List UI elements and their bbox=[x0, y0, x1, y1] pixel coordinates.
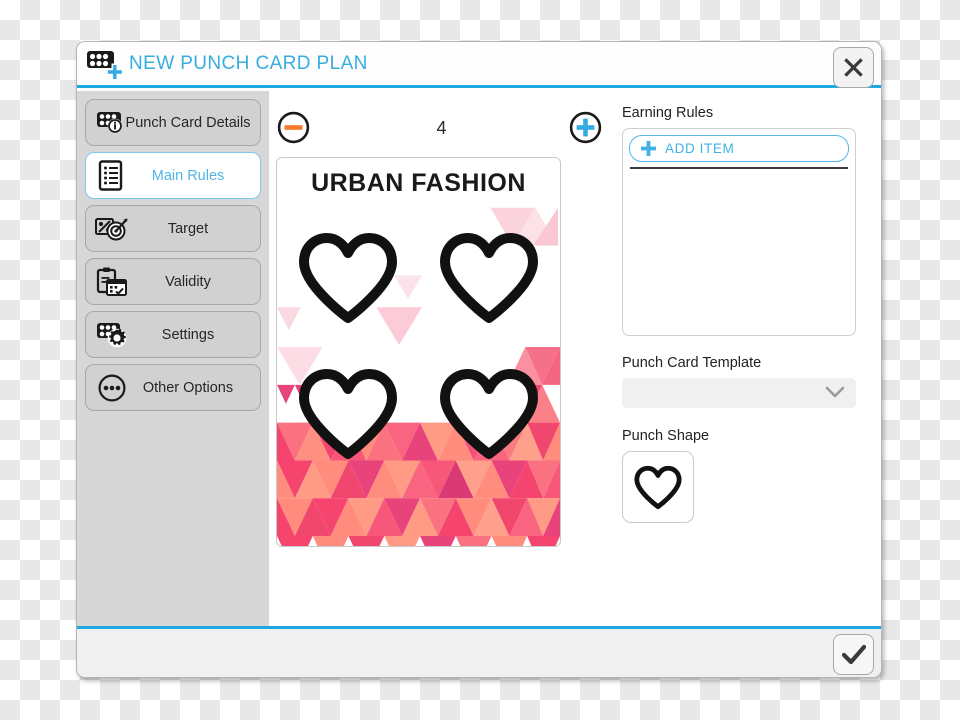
rules-separator bbox=[630, 167, 848, 169]
punch-card-preview[interactable]: URBAN FASHION bbox=[276, 157, 561, 547]
rules-settings-column: Earning Rules ADD ITEM Punch Card Templa… bbox=[614, 91, 881, 626]
new-punch-card-plan-dialog: NEW PUNCH CARD PLAN Punch Card Details M… bbox=[76, 41, 882, 678]
punch-count-stepper: 4 bbox=[269, 111, 614, 151]
percent-target-icon bbox=[95, 213, 129, 245]
chevron-down-icon bbox=[825, 386, 845, 404]
punch-card-brand-title: URBAN FASHION bbox=[311, 169, 526, 197]
clipboard-calendar-icon bbox=[95, 266, 129, 298]
dialog-footer bbox=[77, 626, 881, 677]
ellipsis-circle-icon bbox=[95, 372, 129, 404]
punch-count-value: 4 bbox=[436, 118, 447, 138]
dialog-body: Punch Card Details Main Rules Target Val… bbox=[77, 91, 881, 626]
punch-card-info-icon bbox=[95, 107, 129, 139]
close-icon bbox=[844, 58, 863, 77]
earning-rules-label: Earning Rules bbox=[622, 105, 714, 121]
plus-circle-icon bbox=[569, 111, 602, 144]
punch-shape-label: Punch Shape bbox=[622, 428, 710, 444]
punch-shape-section: Punch Shape bbox=[622, 428, 861, 523]
punch-card-gear-icon bbox=[95, 319, 129, 351]
sidebar-item-settings[interactable]: Settings bbox=[85, 311, 261, 358]
heart-icon bbox=[440, 369, 539, 459]
sidebar: Punch Card Details Main Rules Target Val… bbox=[77, 91, 269, 626]
punch-card-template-label: Punch Card Template bbox=[622, 355, 762, 371]
confirm-button[interactable] bbox=[833, 634, 874, 675]
punch-card-template-select[interactable] bbox=[622, 378, 856, 408]
punch-slots-grid bbox=[277, 232, 560, 460]
heart-icon bbox=[440, 233, 539, 323]
punch-card-plus-icon bbox=[86, 48, 126, 82]
earning-rules-panel: ADD ITEM bbox=[622, 128, 856, 336]
plus-icon bbox=[641, 141, 656, 156]
sidebar-item-other-options[interactable]: Other Options bbox=[85, 364, 261, 411]
sidebar-item-target[interactable]: Target bbox=[85, 205, 261, 252]
list-document-icon bbox=[95, 159, 129, 192]
sidebar-item-validity[interactable]: Validity bbox=[85, 258, 261, 305]
punch-card-template-section: Punch Card Template bbox=[622, 355, 861, 408]
add-item-label: ADD ITEM bbox=[665, 141, 735, 156]
heart-icon bbox=[298, 233, 397, 323]
page-title: NEW PUNCH CARD PLAN bbox=[129, 53, 368, 74]
dialog-title-bar: NEW PUNCH CARD PLAN bbox=[77, 42, 881, 88]
checkmark-icon bbox=[841, 644, 866, 664]
close-button[interactable] bbox=[833, 47, 874, 88]
punch-shape-swatch[interactable] bbox=[622, 451, 694, 523]
heart-icon bbox=[634, 465, 682, 509]
sidebar-item-punch-card-details[interactable]: Punch Card Details bbox=[85, 99, 261, 146]
heart-icon bbox=[298, 369, 397, 459]
punch-card-preview-column: 4 URBAN FASHION bbox=[269, 91, 614, 626]
sidebar-item-main-rules[interactable]: Main Rules bbox=[85, 152, 261, 199]
add-item-button[interactable]: ADD ITEM bbox=[629, 135, 849, 162]
increase-punch-count-button[interactable] bbox=[569, 111, 602, 149]
